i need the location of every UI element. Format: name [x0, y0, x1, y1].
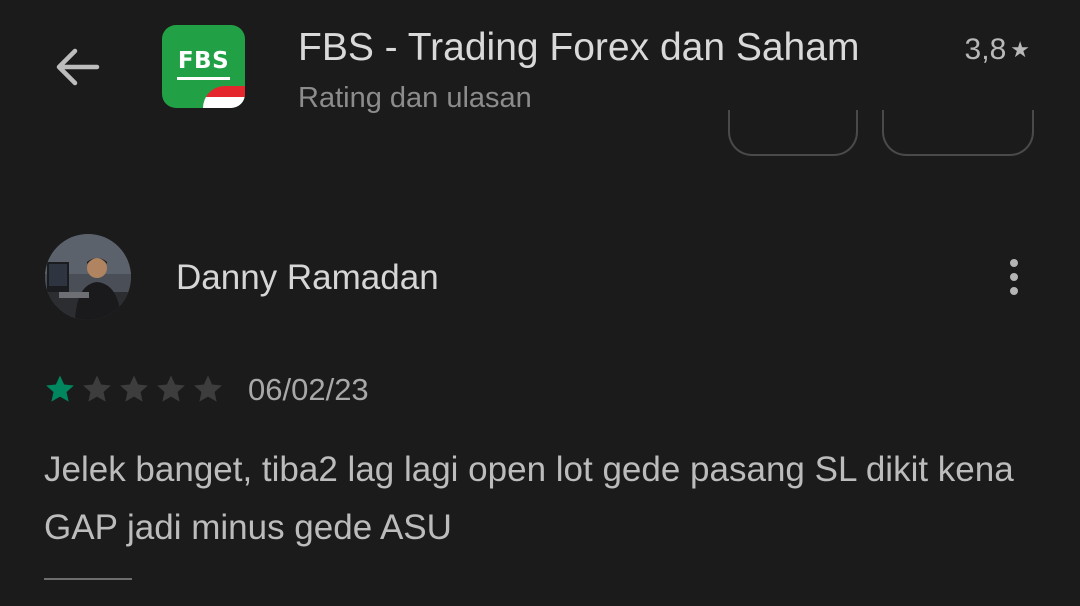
star-empty-icon	[194, 375, 222, 402]
rating-value: 3,8	[964, 33, 1007, 66]
app-title: FBS - Trading Forex dan Saham	[298, 26, 860, 69]
arrow-left-icon	[56, 48, 100, 86]
app-screen: FBS FBS - Trading Forex dan Saham 3,8 ★ …	[0, 0, 1080, 606]
flag-icon	[203, 86, 245, 108]
star-icon: ★	[1010, 37, 1030, 62]
reviewer-name: Danny Ramadan	[176, 258, 439, 297]
reviewer-avatar	[45, 234, 131, 320]
filter-chip[interactable]	[882, 110, 1034, 156]
star-empty-icon	[157, 375, 185, 402]
review-date: 06/02/23	[248, 372, 369, 407]
star-empty-icon	[120, 375, 148, 402]
logo-underline	[177, 77, 230, 80]
app-logo-text: FBS	[177, 48, 230, 74]
more-dot	[1010, 273, 1018, 281]
review-text: Jelek banget, tiba2 lag lagi open lot ge…	[44, 450, 1014, 547]
app-rating: 3,8 ★	[965, 33, 1030, 67]
page-subtitle: Rating dan ulasan	[298, 82, 532, 114]
user-avatar-photo	[45, 234, 131, 320]
star-filled-icon	[46, 375, 74, 402]
more-vertical-icon	[1010, 259, 1018, 267]
app-icon[interactable]: FBS	[162, 25, 245, 108]
divider	[44, 578, 132, 580]
back-button[interactable]	[48, 38, 106, 96]
more-dot	[1010, 287, 1018, 295]
more-options-button[interactable]	[996, 254, 1032, 300]
filter-chip[interactable]	[728, 110, 858, 156]
star-rating	[43, 372, 228, 406]
star-empty-icon	[83, 375, 111, 402]
